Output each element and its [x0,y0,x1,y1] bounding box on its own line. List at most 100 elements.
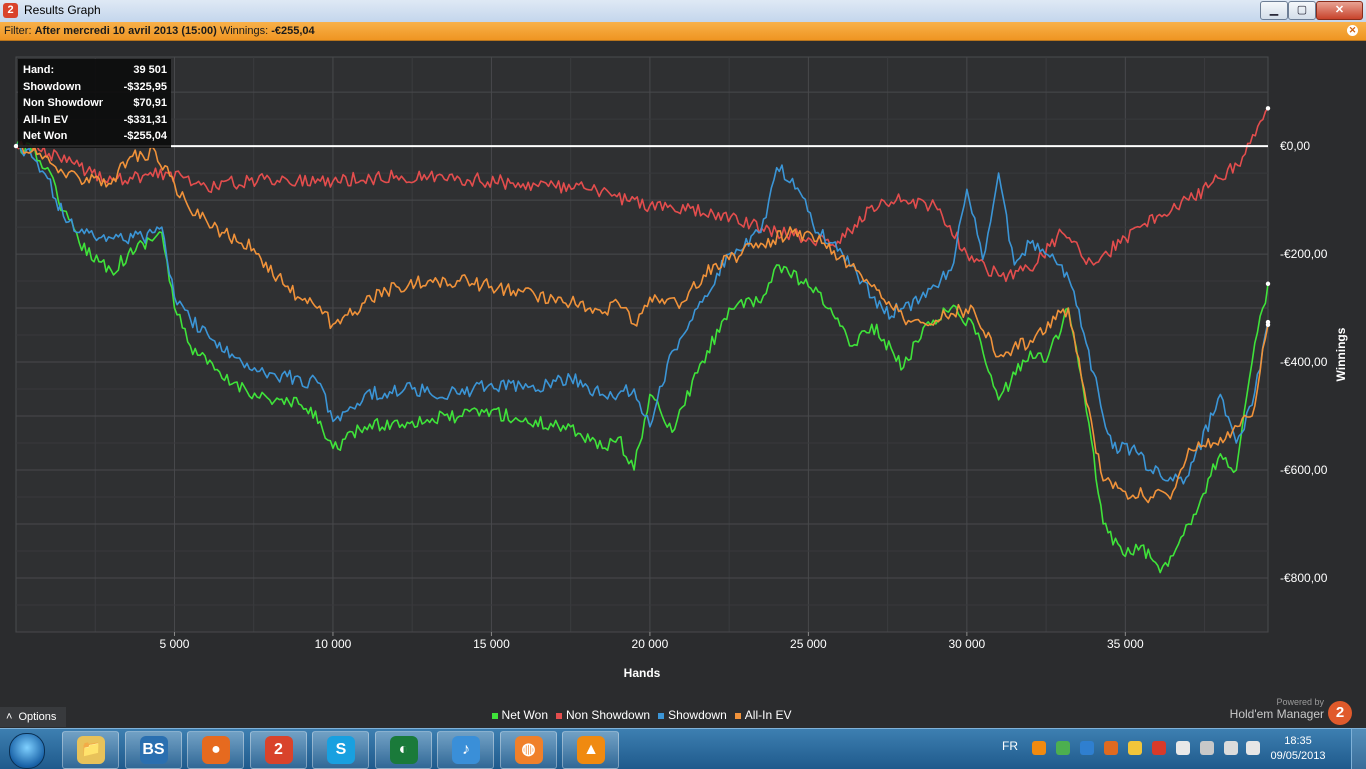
stat-row: Non Showdown $70,91 [23,95,167,112]
legend-label: Net Won [501,708,548,722]
antivirus-tray-icon[interactable] [1152,741,1166,755]
stat-row: All-In EV -$331,31 [23,112,167,129]
winnings-label: Winnings: [219,25,269,37]
graph-panel: 5 000 10 000 15 000 20 000 25 000 30 000 35 00… [0,41,1366,728]
volume-tray-icon[interactable] [1246,741,1260,755]
filter-bar: Filter: After mercredi 10 avril 2013 (15… [0,22,1366,41]
x-tick-label: 25 000 [790,637,827,651]
firefox-icon: ● [202,736,230,764]
vlc-tray-icon[interactable] [1032,741,1046,755]
minimize-button[interactable]: ▁ [1260,1,1288,20]
chart-legend: Net Won Non Showdown Showdown All-In EV [0,708,1283,722]
show-desktop-button[interactable] [1351,729,1366,769]
y-tick-label: -€400,00 [1280,355,1328,369]
legend-item[interactable]: All-In EV [734,708,792,722]
maximize-button[interactable]: ▢ [1288,1,1316,20]
stat-key: All-In EV [23,113,69,126]
yellow-tray-icon[interactable] [1128,741,1142,755]
y-tick-label: -€200,00 [1280,247,1328,261]
x-tick-label: 35 000 [1107,637,1144,651]
holdem-manager-icon: 2 [264,736,293,764]
y-tick-label: -€600,00 [1280,463,1328,477]
taskbar-firefox-button[interactable]: ● [187,731,244,769]
x-axis-label: Hands [624,666,661,680]
windows-logo-icon [9,733,45,769]
filter-close-icon[interactable]: ✕ [1347,25,1358,36]
results-chart[interactable]: 5 000 10 000 15 000 20 000 25 000 30 000 35 00… [0,41,1366,728]
filter-value: After mercredi 10 avril 2013 (15:00) [34,25,217,37]
orange-tray-icon[interactable] [1104,741,1118,755]
stat-key: Showdown [23,80,82,93]
taskbar-itunes-button[interactable]: ♪ [437,731,494,769]
stat-row: Showdown -$325,95 [23,79,167,96]
winnings-value: -€255,04 [271,25,315,37]
close-button[interactable]: ✕ [1316,1,1363,20]
itunes-icon: ♪ [452,736,480,764]
language-indicator[interactable]: FR [1002,739,1018,753]
taskbar-vlc-button[interactable]: ▲ [562,731,619,769]
network-tray-icon[interactable] [1200,741,1214,755]
legend-label: Non Showdown [566,708,651,722]
brand-name: Hold'em Manager [1229,707,1324,721]
stat-row: Hand: 39 501 [23,62,167,79]
x-tick-label: 30 000 [949,637,986,651]
stat-value: -$325,95 [123,80,167,93]
taskbar-orange-app-button[interactable]: ◍ [499,731,557,769]
series-end-marker [1265,106,1271,111]
series-end-marker [1265,322,1271,327]
y-axis-label: Winnings [1334,327,1348,381]
taskbar: 📁 BS ● 2 S ◐ ♪ ◍ ▲ FR 18:35 09/05/2013 [0,728,1366,769]
stat-key: Non Showdown [23,97,103,109]
system-clock[interactable]: 18:35 09/05/2013 [1262,734,1334,764]
powered-by: Powered by Hold'em Manager [1230,697,1324,721]
window-title: Results Graph [24,3,101,17]
taskbar-skype-button[interactable]: S [312,731,369,769]
stat-key: Net Won [23,130,68,142]
x-tick-label: 15 000 [473,637,510,651]
app-logo-icon: 2 [3,3,18,18]
legend-swatch [491,712,498,719]
legend-item[interactable]: Showdown [658,708,727,722]
green-tray-icon[interactable] [1056,741,1070,755]
options-button[interactable]: ˄ Options [0,707,66,727]
chevron-up-icon: ˄ [6,711,13,723]
legend-item[interactable]: Net Won [491,708,548,722]
legend-label: All-In EV [744,708,792,722]
taskbar-green-app-button[interactable]: ◐ [374,731,432,769]
title-bar: 2 Results Graph ▁ ▢ ✕ [0,0,1366,23]
y-tick-label: €0,00 [1280,139,1310,153]
taskbar-holdem-manager-button[interactable]: 2 [249,731,307,769]
x-tick-label: 20 000 [632,637,669,651]
start-button[interactable] [4,730,48,769]
legend-label: Showdown [668,708,727,722]
blue-tray-icon[interactable] [1080,741,1094,755]
clock-time: 18:35 [1284,735,1312,747]
orange-app-icon: ◍ [514,736,543,764]
stat-key: Hand: [23,64,55,76]
stat-value: 39 501 [133,64,167,76]
vlc-icon: ▲ [577,736,605,764]
legend-swatch [658,712,665,719]
stat-row: Net Won -$255,04 [23,128,167,145]
flag-tray-icon[interactable] [1176,741,1190,755]
filter-label: Filter: [4,25,32,37]
stat-value: $70,91 [133,97,167,109]
clock-date: 09/05/2013 [1270,750,1326,762]
powered-by-label: Powered by [1276,697,1324,707]
taskbar-windows-explorer-button[interactable]: 📁 [62,731,119,769]
options-label: Options [18,711,57,723]
chart-grid [15,56,1269,633]
legend-swatch [556,712,562,719]
hand-stats-box: Hand: 39 501 Showdown -$325,95 Non Showdown $… [18,59,171,148]
bs-app-icon: BS [139,736,168,764]
stat-value: -$331,31 [123,113,167,126]
y-tick-label: -€800,00 [1280,571,1328,585]
skype-icon: S [327,736,355,764]
plot-area [15,56,1269,633]
stat-value: -$255,04 [123,130,167,142]
taskbar-bs-app-button[interactable]: BS [124,731,182,769]
legend-swatch [734,712,741,719]
green-app-icon: ◐ [389,736,418,764]
signal-tray-icon[interactable] [1224,741,1238,755]
legend-item[interactable]: Non Showdown [556,708,650,722]
